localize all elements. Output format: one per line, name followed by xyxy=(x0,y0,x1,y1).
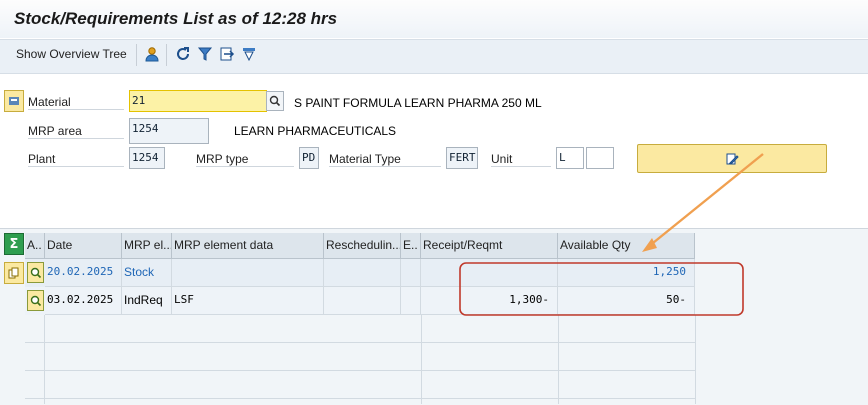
plant-label: Plant xyxy=(28,152,124,167)
sum-icon[interactable]: Σ xyxy=(4,233,24,255)
col-header-mrp-element[interactable]: MRP el... xyxy=(122,233,172,259)
grid-line xyxy=(558,315,559,404)
edit-button[interactable] xyxy=(637,144,827,173)
row-date: 20.02.2025 xyxy=(45,259,122,287)
row-element-data xyxy=(172,259,324,287)
mrp-area-label: MRP area xyxy=(28,124,124,139)
search-icon[interactable] xyxy=(266,91,284,111)
material-description: S PAINT FORMULA LEARN PHARMA 250 ML xyxy=(294,96,542,110)
row-element-data: LSF xyxy=(172,287,324,315)
window-title: Stock/Requirements List as of 12:28 hrs xyxy=(14,9,338,28)
empty-rows xyxy=(25,315,696,404)
toolbar-separator xyxy=(136,44,137,66)
plant-field[interactable]: 1254 xyxy=(129,147,165,169)
row-exception xyxy=(401,287,421,315)
grid-line xyxy=(44,315,45,404)
row-mrp-element: IndReq xyxy=(122,287,172,315)
refresh-icon[interactable] xyxy=(174,45,192,63)
zoom-icon[interactable] xyxy=(27,262,44,283)
header-toggle-icon[interactable] xyxy=(4,90,24,112)
copy-icon[interactable] xyxy=(4,262,24,284)
row-date: 03.02.2025 xyxy=(45,287,122,315)
material-type-field[interactable]: FERT xyxy=(446,147,478,169)
col-header-a[interactable]: A.. xyxy=(25,233,45,259)
row-available-qty: 50- xyxy=(558,287,695,315)
material-label: Material xyxy=(28,95,124,110)
row-rescheduling xyxy=(324,259,401,287)
row-available-qty: 1,250 xyxy=(558,259,695,287)
row-mrp-element: Stock xyxy=(122,259,172,287)
settings-icon[interactable] xyxy=(240,45,258,63)
mrp-type-field[interactable]: PD xyxy=(299,147,319,169)
row-rescheduling xyxy=(324,287,401,315)
show-overview-tree-button[interactable]: Show Overview Tree xyxy=(16,47,127,61)
unit-label: Unit xyxy=(491,152,551,167)
col-header-exception[interactable]: E.. xyxy=(401,233,421,259)
export-icon[interactable] xyxy=(218,45,236,63)
material-input[interactable]: 21 xyxy=(129,90,267,112)
row-exception xyxy=(401,259,421,287)
material-type-label: Material Type xyxy=(329,152,441,167)
col-header-receipt-reqmt[interactable]: Receipt/Reqmt xyxy=(421,233,558,259)
unit-field[interactable]: L xyxy=(556,147,584,169)
person-icon[interactable] xyxy=(143,45,161,63)
grid-line xyxy=(421,315,422,404)
col-header-rescheduling[interactable]: Reschedulin... xyxy=(324,233,401,259)
unit-extra-field[interactable] xyxy=(586,147,614,169)
col-header-available-qty[interactable]: Available Qty xyxy=(558,233,695,259)
mrp-type-label: MRP type xyxy=(196,152,294,167)
mrp-area-description: LEARN PHARMACEUTICALS xyxy=(234,124,397,138)
row-receipt-reqmt xyxy=(421,259,558,287)
zoom-icon[interactable] xyxy=(27,290,44,311)
mrp-area-field[interactable]: 1254 xyxy=(129,118,209,144)
col-header-date[interactable]: Date xyxy=(45,233,122,259)
filter-icon[interactable] xyxy=(196,45,214,63)
application-toolbar xyxy=(0,39,868,74)
row-receipt-reqmt: 1,300- xyxy=(421,287,558,315)
col-header-mrp-element-data[interactable]: MRP element data xyxy=(172,233,324,259)
edit-icon xyxy=(725,152,739,166)
toolbar-separator xyxy=(166,44,167,66)
